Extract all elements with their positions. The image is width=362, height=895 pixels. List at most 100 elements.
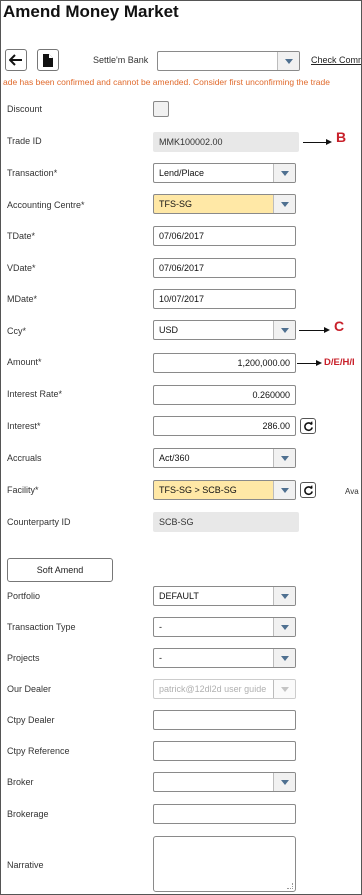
facility-available-label: Ava (345, 487, 359, 496)
chevron-down-icon (280, 455, 289, 461)
annotation-d: D/E/H/I (324, 357, 355, 368)
ctpy-dealer-label: Ctpy Dealer (7, 715, 55, 725)
recalc-interest-button[interactable] (300, 418, 316, 434)
counterparty-id-value: SCB-SG (153, 512, 299, 532)
resize-grip-icon[interactable] (287, 883, 293, 889)
new-document-button[interactable] (37, 49, 59, 71)
our-dealer-value: patrick@12dl2d user guide (159, 684, 267, 694)
discount-label: Discount (7, 104, 43, 114)
tdate-label: TDate* (7, 231, 36, 241)
portfolio-value: DEFAULT (159, 591, 199, 601)
check-comm-link[interactable]: Check Comm (311, 55, 361, 65)
ctpy-reference-label: Ctpy Reference (7, 746, 70, 756)
chevron-down-icon (280, 170, 289, 176)
dropdown-button[interactable] (273, 449, 295, 467)
interest-rate-input[interactable]: 0.260000 (153, 385, 296, 405)
brokerage-input[interactable] (153, 804, 296, 824)
dropdown-button[interactable] (273, 481, 295, 499)
confirmed-warning: ade has been confirmed and cannot be ame… (3, 77, 330, 87)
dropdown-button[interactable] (273, 773, 295, 791)
arrow-left-icon (9, 54, 22, 66)
ccy-label: Ccy* (7, 326, 27, 336)
dropdown-button (273, 680, 295, 698)
settle-bank-label: Settle'm Bank (93, 55, 149, 65)
transaction-type-select[interactable]: - (153, 617, 296, 637)
transaction-label: Transaction* (7, 168, 58, 178)
our-dealer-select: patrick@12dl2d user guide (153, 679, 296, 699)
chevron-down-icon (280, 655, 289, 661)
accruals-label: Accruals (7, 453, 42, 463)
accounting-centre-select[interactable]: TFS-SG (153, 194, 296, 214)
dropdown-button[interactable] (273, 195, 295, 213)
refresh-icon (303, 420, 313, 431)
ccy-select[interactable]: USD (153, 320, 296, 340)
projects-select[interactable]: - (153, 648, 296, 668)
our-dealer-label: Our Dealer (7, 684, 52, 694)
transaction-value: Lend/Place (159, 168, 205, 178)
transaction-type-value: - (159, 622, 162, 632)
chevron-down-icon (284, 58, 293, 64)
dropdown-button[interactable] (273, 321, 295, 339)
annotation-b: B (336, 129, 347, 145)
annotation-arrowhead-d (316, 360, 322, 366)
trade-id-label: Trade ID (7, 136, 42, 146)
trade-id-value: MMK100002.00 (153, 132, 299, 152)
annotation-arrow-d (297, 363, 317, 364)
accruals-select[interactable]: Act/360 (153, 448, 296, 468)
chevron-down-icon (280, 686, 289, 692)
ctpy-reference-input[interactable] (153, 741, 296, 761)
narrative-textarea[interactable] (153, 836, 296, 892)
narrative-label: Narrative (7, 860, 44, 870)
back-button[interactable] (5, 49, 27, 71)
accounting-centre-label: Accounting Centre* (7, 200, 85, 210)
dropdown-button[interactable] (273, 164, 295, 182)
amount-label: Amount* (7, 357, 42, 367)
vdate-input[interactable]: 07/06/2017 (153, 258, 296, 278)
dropdown-button[interactable] (277, 52, 299, 70)
discount-checkbox[interactable] (153, 101, 169, 117)
chevron-down-icon (280, 201, 289, 207)
projects-value: - (159, 653, 162, 663)
transaction-select[interactable]: Lend/Place (153, 163, 296, 183)
broker-label: Broker (7, 777, 34, 787)
chevron-down-icon (280, 593, 289, 599)
annotation-arrow-b (303, 142, 327, 143)
ctpy-dealer-input[interactable] (153, 710, 296, 730)
facility-label: Facility* (7, 485, 39, 495)
chevron-down-icon (280, 327, 289, 333)
settle-bank-select[interactable] (157, 51, 300, 71)
page-title: Amend Money Market (3, 2, 179, 21)
dropdown-button[interactable] (273, 587, 295, 605)
annotation-c: C (334, 318, 345, 334)
dropdown-button[interactable] (273, 618, 295, 636)
refresh-icon (303, 484, 313, 495)
ccy-value: USD (159, 325, 179, 335)
mdate-input[interactable]: 10/07/2017 (153, 289, 296, 309)
interest-rate-label: Interest Rate* (7, 389, 63, 399)
projects-label: Projects (7, 653, 40, 663)
chevron-down-icon (280, 487, 289, 493)
tdate-input[interactable]: 07/06/2017 (153, 226, 296, 246)
document-icon (43, 53, 53, 67)
annotation-arrowhead-c (324, 327, 330, 333)
portfolio-label: Portfolio (7, 591, 41, 601)
annotation-arrowhead-b (326, 139, 332, 145)
dropdown-button[interactable] (273, 649, 295, 667)
annotation-arrow-c (299, 330, 325, 331)
amend-money-market-window: Amend Money Market Settle'm Bank Check C… (0, 0, 362, 895)
chevron-down-icon (280, 779, 289, 785)
interest-label: Interest* (7, 421, 41, 431)
soft-amend-button[interactable]: Soft Amend (7, 558, 113, 582)
brokerage-label: Brokerage (7, 809, 49, 819)
mdate-label: MDate* (7, 294, 38, 304)
counterparty-id-label: Counterparty ID (7, 517, 71, 527)
accounting-centre-value: TFS-SG (159, 199, 192, 209)
interest-input[interactable]: 286.00 (153, 416, 296, 436)
portfolio-select[interactable]: DEFAULT (153, 586, 296, 606)
amount-input[interactable]: 1,200,000.00 (153, 353, 296, 373)
facility-select[interactable]: TFS-SG > SCB-SG (153, 480, 296, 500)
transaction-type-label: Transaction Type (7, 622, 76, 632)
broker-select[interactable] (153, 772, 296, 792)
refresh-facility-button[interactable] (300, 482, 316, 498)
facility-value: TFS-SG > SCB-SG (159, 485, 237, 495)
